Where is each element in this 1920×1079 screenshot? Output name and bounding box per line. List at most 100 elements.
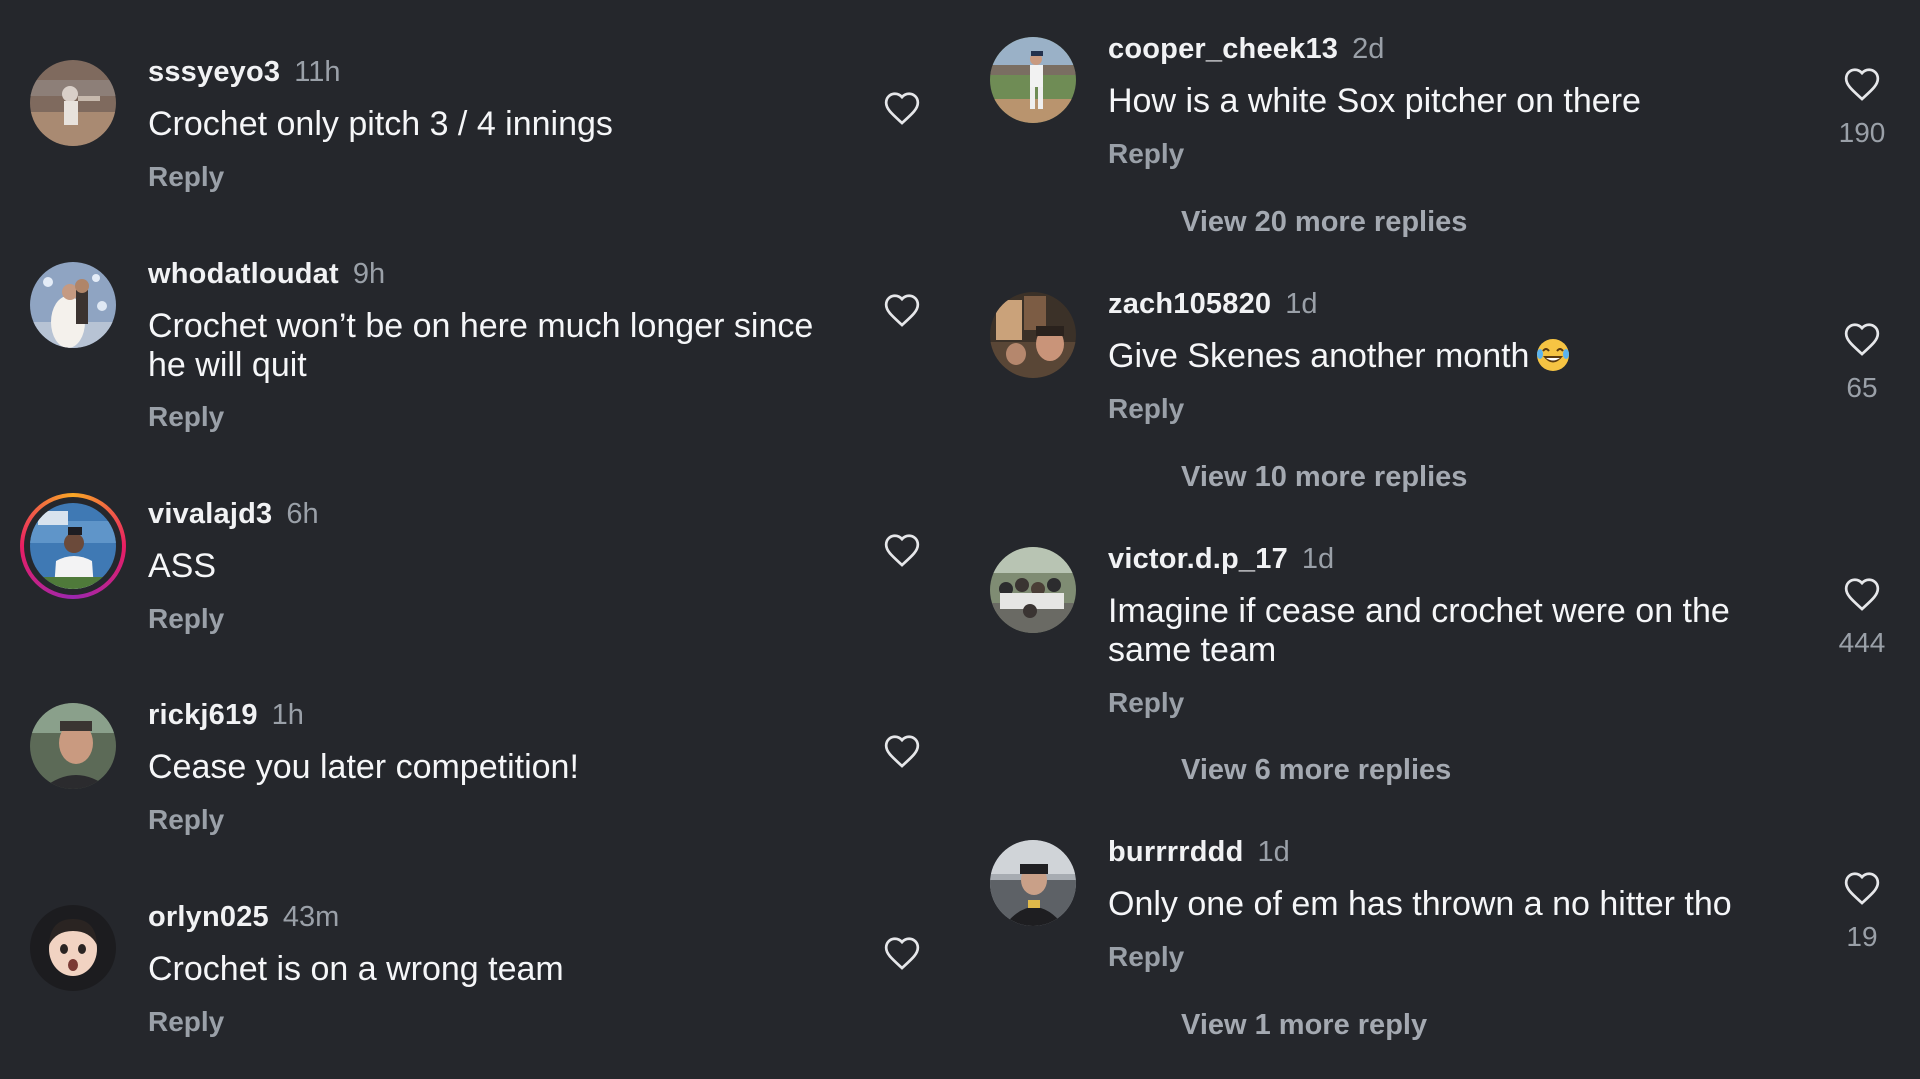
like-button[interactable] (883, 292, 921, 328)
comment-text-line: Crochet won’t be on here much longer sin… (148, 307, 814, 345)
comment-text: ASS (148, 547, 216, 586)
username[interactable]: victor.d.p_17 (1108, 543, 1288, 575)
heart-outline-icon (1844, 68, 1880, 101)
username[interactable]: rickj619 (148, 699, 258, 731)
avatar-image (990, 37, 1076, 123)
like-button[interactable] (883, 935, 921, 971)
timestamp: 11h (294, 56, 341, 88)
reply-button[interactable]: Reply (1108, 392, 1184, 426)
comment-text-line: Imagine if cease and crochet were on the (1108, 592, 1730, 630)
comment-text-line: Crochet is on a wrong team (148, 950, 564, 988)
avatar[interactable] (30, 703, 116, 789)
comment-meta: rickj619 1h (148, 698, 304, 732)
comment-text: How is a white Sox pitcher on there (1108, 82, 1641, 121)
comment-text-line: same team (1108, 631, 1277, 669)
avatar[interactable] (30, 262, 116, 348)
heart-outline-icon (1844, 872, 1880, 905)
reply-button[interactable]: Reply (148, 400, 224, 434)
like-button[interactable] (1843, 576, 1881, 612)
avatar[interactable] (30, 905, 116, 991)
reply-button[interactable]: Reply (1108, 137, 1184, 171)
comment-text-line: How is a white Sox pitcher on there (1108, 82, 1641, 120)
reply-button[interactable]: Reply (148, 602, 224, 636)
timestamp: 1d (1257, 836, 1290, 868)
timestamp: 6h (286, 498, 319, 530)
timestamp: 2d (1352, 33, 1385, 65)
avatar[interactable] (990, 37, 1076, 123)
timestamp: 1h (271, 699, 304, 731)
username[interactable]: orlyn025 (148, 901, 269, 933)
comment-text: Crochet is on a wrong team (148, 950, 564, 989)
comment-text: Cease you later competition! (148, 748, 579, 787)
comment-meta: victor.d.p_17 1d (1108, 542, 1334, 576)
avatar[interactable] (30, 60, 116, 146)
like-button[interactable] (883, 532, 921, 568)
view-more-replies-button[interactable]: View 6 more replies (1181, 753, 1451, 787)
reply-button[interactable]: Reply (148, 803, 224, 837)
avatar-image (990, 840, 1076, 926)
comment-text: Only one of em has thrown a no hitter th… (1108, 885, 1732, 924)
heart-outline-icon (884, 735, 920, 768)
username[interactable]: burrrrddd (1108, 836, 1244, 868)
like-count: 65 (1846, 372, 1878, 403)
heart-outline-icon (1844, 323, 1880, 356)
reply-button[interactable]: Reply (148, 1005, 224, 1039)
avatar-image (30, 703, 116, 789)
timestamp: 43m (282, 901, 340, 933)
like-button[interactable] (883, 733, 921, 769)
heart-outline-icon (884, 294, 920, 327)
view-more-replies-button[interactable]: View 20 more replies (1181, 205, 1467, 239)
comment-meta: sssyeyo3 11h (148, 55, 340, 89)
reply-button[interactable]: Reply (148, 160, 224, 194)
like-button[interactable] (1843, 321, 1881, 357)
username[interactable]: whodatloudat (148, 258, 339, 290)
avatar-image (30, 905, 116, 991)
avatar-image (30, 262, 116, 348)
timestamp: 1d (1301, 543, 1335, 575)
username[interactable]: sssyeyo3 (148, 56, 280, 88)
heart-outline-icon (1844, 578, 1880, 611)
avatar[interactable] (990, 840, 1076, 926)
avatar[interactable] (990, 547, 1076, 633)
username[interactable]: vivalajd3 (148, 498, 272, 530)
like-button[interactable] (883, 90, 921, 126)
comment-meta: whodatloudat 9h (148, 257, 385, 291)
username[interactable]: cooper_cheek13 (1108, 33, 1338, 65)
comment-text-line: Give Skenes another month (1108, 337, 1571, 376)
story-ring[interactable] (20, 493, 126, 599)
comment-text-line: he will quit (148, 346, 307, 384)
laughing-tears-emoji-icon (1535, 337, 1571, 373)
reply-button[interactable]: Reply (1108, 686, 1184, 720)
reply-button[interactable]: Reply (1108, 940, 1184, 974)
comment-text: Crochet only pitch 3 / 4 innings (148, 105, 613, 144)
like-count: 190 (1838, 117, 1886, 148)
comment-meta: vivalajd3 6h (148, 497, 319, 531)
comment-text: Give Skenes another month (1108, 337, 1571, 376)
like-count: 19 (1846, 921, 1878, 952)
like-button[interactable] (1843, 66, 1881, 102)
comment-text: Crochet won’t be on here much longer sin… (148, 307, 813, 385)
comment-text-line: Only one of em has thrown a no hitter th… (1108, 885, 1732, 923)
avatar-image (990, 547, 1076, 633)
username[interactable]: zach105820 (1108, 288, 1271, 320)
timestamp: 9h (352, 258, 386, 290)
avatar[interactable] (990, 292, 1076, 378)
like-button[interactable] (1843, 870, 1881, 906)
view-more-replies-button[interactable]: View 1 more reply (1181, 1008, 1427, 1042)
comment-text: Imagine if cease and crochet were on the… (1108, 592, 1730, 670)
comment-text-line: Crochet only pitch 3 / 4 innings (148, 105, 613, 143)
comment-text-line: Cease you later competition! (148, 748, 579, 786)
comment-text-line: ASS (148, 547, 217, 585)
view-more-replies-button[interactable]: View 10 more replies (1181, 460, 1467, 494)
avatar[interactable] (30, 503, 116, 589)
comment-meta: orlyn025 43m (148, 900, 339, 934)
timestamp: 1d (1285, 288, 1318, 320)
comment-text-content: Give Skenes another month (1108, 337, 1530, 375)
heart-outline-icon (884, 92, 920, 125)
heart-outline-icon (884, 937, 920, 970)
heart-outline-icon (884, 534, 920, 567)
comment-meta: zach105820 1d (1108, 287, 1318, 321)
avatar-image (990, 292, 1076, 378)
comment-meta: burrrrddd 1d (1108, 835, 1290, 869)
comment-meta: cooper_cheek13 2d (1108, 32, 1384, 66)
